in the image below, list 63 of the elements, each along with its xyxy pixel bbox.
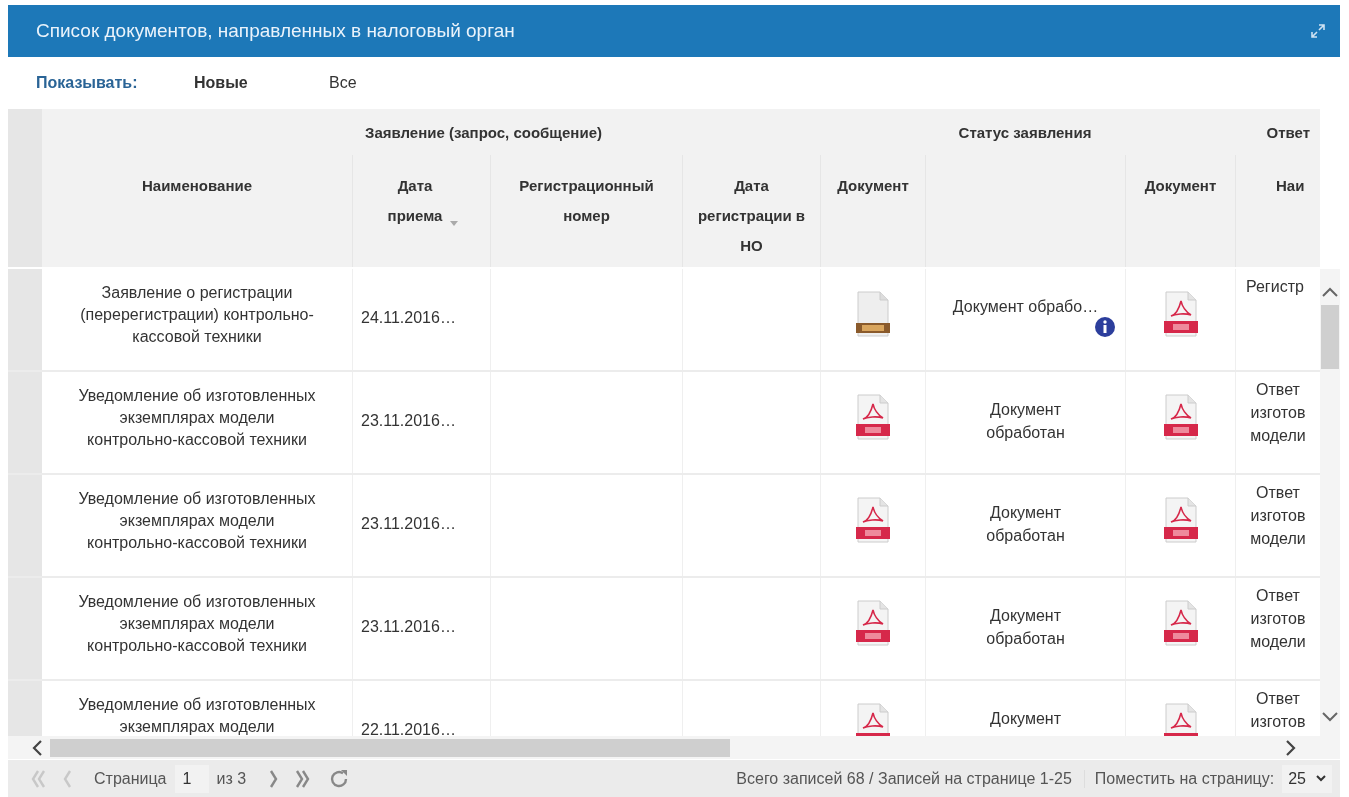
answer-text: Ответ изготов модели [1249,586,1307,652]
answer-text: Ответ изготов модели [1249,483,1307,549]
pdf-file-icon[interactable] [854,394,892,440]
group-header: Ответ [1266,123,1310,141]
document-name: Уведомление об изготовленных экземплярах модели контрольно-кассовой техники [77,489,317,553]
column-header[interactable]: Документ [1144,171,1217,267]
per-page-select[interactable]: 25 [1282,764,1332,793]
page-field[interactable]: 1 [174,764,209,793]
info-icon[interactable] [1095,317,1115,337]
pdf-file-icon[interactable] [1161,394,1200,440]
pdf-file-icon[interactable] [854,600,892,646]
document-name: Заявление о регистрации (перерегистрации) контрольно-кассовой техники [79,283,315,347]
column-header[interactable]: Наи [1276,171,1305,267]
row-header-cell[interactable] [8,269,42,370]
status-text: Документ обработан [985,606,1066,649]
filter-label: Показывать: [36,74,139,92]
pdf-file-icon[interactable] [1161,703,1200,736]
date-text: 22.11.2016… [361,720,456,736]
answer-text: Регистр [1246,277,1304,297]
page-label: Страница [94,769,167,788]
column-header[interactable]: Наименование [141,171,252,267]
answer-text: Ответ изготов модели [1249,380,1307,446]
row-header-cell[interactable] [8,578,42,679]
pdf-file-icon[interactable] [1161,497,1200,543]
page-count: из 3 [216,769,247,788]
zip-file-icon[interactable] [854,291,892,337]
column-header[interactable]: Дата регистрации в НО [691,171,812,267]
scroll-down-icon[interactable] [1322,712,1338,722]
row-header-cell[interactable] [8,372,42,473]
date-text: 23.11.2016… [361,617,456,637]
date-text: 23.11.2016… [361,411,456,431]
status-text: Документ [990,709,1061,729]
column-header[interactable]: Документ [837,171,909,267]
group-header: Статус заявления [958,123,1092,141]
pdf-file-icon[interactable] [1161,600,1200,646]
scroll-left-icon[interactable] [32,739,42,756]
status-text: Документ обработан [985,503,1066,546]
scroll-up-icon[interactable] [1322,287,1338,297]
filter-option[interactable]: Все [329,74,464,92]
status-text: Документ обрабо… [952,297,1099,317]
date-text: 23.11.2016… [361,514,456,534]
column-header[interactable]: Регистрационный номер [506,171,667,267]
expand-icon[interactable] [1310,23,1326,39]
pdf-file-icon[interactable] [854,497,892,543]
caret-icon [1316,775,1326,782]
row-header-cell[interactable] [8,475,42,576]
filter-option[interactable]: Новые [194,74,329,92]
document-name: Уведомление об изготовленных экземплярах модели контрольно-кассовой техники [77,386,317,450]
scrollbar-thumb[interactable] [1321,305,1339,369]
document-name: Уведомление об изготовленных экземплярах модели контрольно-кассовой техники [77,592,317,656]
document-name: Уведомление об изготовленных экземплярах модели [77,695,317,736]
column-header[interactable]: Дата приема [385,171,445,267]
status-text: Документ обработан [985,400,1066,443]
date-text: 24.11.2016… [361,308,456,328]
answer-text: Ответ изготов [1249,689,1307,732]
panel-title: Список документов, направленных в налоговый орган [36,20,515,42]
pdf-file-icon[interactable] [854,703,892,736]
per-page-label: Поместить на страницу: [1094,769,1275,788]
pdf-file-icon[interactable] [1161,291,1200,337]
scroll-right-icon[interactable] [1286,739,1296,756]
scrollbar-thumb[interactable] [50,738,730,757]
group-header: Заявление (запрос, сообщение) [365,123,602,141]
records-summary: Всего записей 68 / Записей на странице 1-25 [736,769,1085,788]
